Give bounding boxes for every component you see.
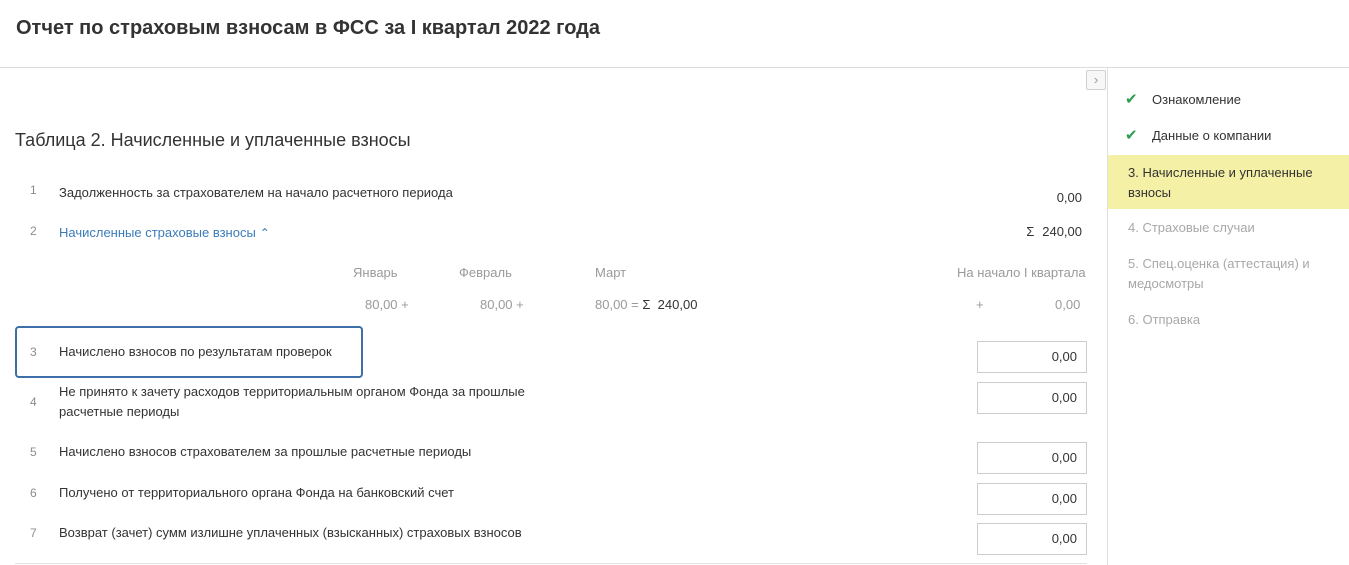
accrued-contributions-toggle[interactable]: Начисленные страховые взносы ⌃: [59, 223, 539, 243]
row-total: Σ 240,00: [1026, 224, 1082, 239]
step-label: 3. Начисленные и уплаченные взносы: [1128, 165, 1313, 200]
row-number: 7: [30, 526, 37, 540]
step-label: 4. Страховые случаи: [1128, 220, 1255, 235]
row-5-amount-input[interactable]: 0,00: [977, 442, 1087, 474]
row-number: 5: [30, 445, 37, 459]
step-item-insurance-cases[interactable]: 4. Страховые случаи: [1108, 218, 1349, 238]
row-3-amount-input[interactable]: 0,00: [977, 341, 1087, 373]
row-6-amount-input[interactable]: 0,00: [977, 483, 1087, 515]
chevron-up-icon: ⌃: [259, 226, 270, 240]
breakdown-total: 240,00: [657, 297, 698, 312]
row-value: 240,00: [1042, 224, 1082, 239]
month-header-jan: Январь: [353, 265, 398, 280]
month-header-mar: Март: [595, 265, 627, 280]
month-value-mar-text: 80,00 =: [595, 297, 639, 312]
row-number: 4: [30, 395, 37, 409]
step-label: Ознакомление: [1152, 92, 1241, 107]
page-header: Отчет по страховым взносам в ФСС за I кв…: [0, 0, 1349, 68]
step-label: 6. Отправка: [1128, 312, 1201, 327]
row-label: Получено от территориального органа Фонд…: [59, 485, 454, 500]
month-value-jan: 80,00 +: [365, 297, 409, 312]
steps-sidebar: ✔ Ознакомление ✔ Данные о компании 3. На…: [1107, 68, 1349, 565]
month-header-feb: Февраль: [459, 265, 512, 280]
sigma-icon: Σ: [642, 297, 651, 312]
row-value: 0,00: [1056, 190, 1082, 205]
row-label: Начислено взносов страхователем за прошл…: [59, 444, 472, 459]
section-title: Таблица 2. Начисленные и уплаченные взно…: [15, 130, 411, 150]
sidebar-toggle-button[interactable]: ›: [1086, 70, 1106, 90]
row-7-amount-input[interactable]: 0,00: [977, 523, 1087, 555]
row-number: 3: [30, 345, 37, 359]
month-value-mar: 80,00 = Σ 240,00: [595, 297, 697, 312]
check-icon: ✔: [1125, 127, 1138, 144]
month-value-start: 0,00: [1055, 297, 1081, 312]
step-item-special-assessment[interactable]: 5. Спец.оценка (аттестация) и медосмотры: [1108, 254, 1349, 294]
month-value-feb: 80,00 +: [480, 297, 524, 312]
row-label: Не принято к зачету расходов территориал…: [59, 384, 525, 419]
row-number: 2: [30, 224, 37, 238]
check-icon: ✔: [1125, 91, 1138, 108]
step-item-intro[interactable]: ✔ Ознакомление: [1108, 90, 1349, 110]
step-item-company[interactable]: ✔ Данные о компании: [1108, 126, 1349, 146]
chevron-right-icon: ›: [1093, 72, 1099, 87]
page-title: Отчет по страховым взносам в ФСС за I кв…: [16, 17, 600, 39]
row-number: 1: [30, 183, 37, 197]
row-label: Задолженность за страхователем на начало…: [59, 185, 453, 200]
step-label: Данные о компании: [1152, 128, 1272, 143]
row-label: Возврат (зачет) сумм излишне уплаченных …: [59, 525, 522, 540]
step-label: 5. Спец.оценка (аттестация) и медосмотры: [1128, 256, 1310, 291]
row-number: 6: [30, 486, 37, 500]
month-header-start: На начало I квартала: [957, 265, 1086, 280]
row-label: Начислено взносов по результатам проверо…: [59, 344, 332, 359]
main-content: › Таблица 2. Начисленные и уплаченные вз…: [0, 68, 1107, 565]
step-item-contributions[interactable]: 3. Начисленные и уплаченные взносы: [1108, 155, 1349, 209]
row-4-amount-input[interactable]: 0,00: [977, 382, 1087, 414]
divider: [15, 563, 1087, 564]
step-item-send[interactable]: 6. Отправка: [1108, 310, 1349, 330]
row-label: Начисленные страховые взносы: [59, 225, 256, 240]
plus-sign: +: [976, 297, 984, 312]
sigma-icon: Σ: [1026, 224, 1035, 239]
